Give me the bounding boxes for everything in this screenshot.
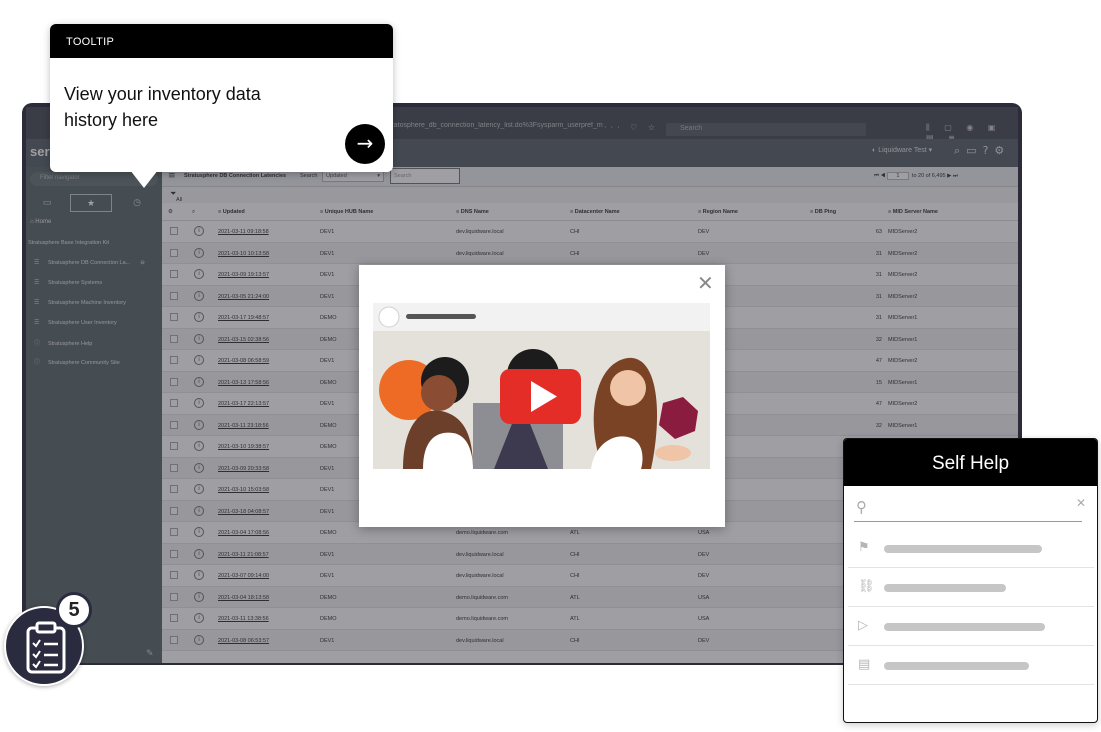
stage: stratosphere_db_connection_latency_list.… (0, 0, 1101, 732)
self-help-search-input[interactable]: ⚲ ✕ (854, 494, 1086, 522)
self-help-title: Self Help (844, 439, 1097, 486)
tooltip-body: View your inventory data history here (64, 84, 261, 130)
video-modal: ✕ (359, 265, 725, 527)
search-icon: ⚲ (856, 498, 867, 516)
self-help-item[interactable]: ⛓ (848, 568, 1094, 607)
link-icon: ⛓ (858, 579, 875, 594)
tooltip: TOOLTIP View your inventory data history… (50, 24, 393, 188)
placeholder-bar (884, 545, 1042, 553)
close-icon[interactable]: ✕ (697, 271, 714, 295)
tooltip-header: TOOLTIP (50, 24, 393, 58)
document-icon: ▤ (858, 657, 871, 672)
tooltip-pointer (130, 170, 158, 188)
self-help-panel: Self Help ⚲ ✕ ⚑ ⛓ ▷ ▤ (843, 438, 1098, 723)
checklist-count-badge: 5 (56, 592, 92, 628)
self-help-item[interactable]: ▤ (848, 646, 1094, 685)
tooltip-next-button[interactable]: → (345, 124, 385, 164)
self-help-item[interactable]: ⚑ (848, 529, 1094, 568)
close-icon[interactable]: ✕ (1076, 496, 1086, 510)
video-thumbnail (373, 303, 710, 469)
self-help-item[interactable]: ▷ (848, 607, 1094, 646)
placeholder-bar (884, 623, 1045, 631)
placeholder-bar (884, 584, 1006, 592)
arrow-right-icon: → (356, 131, 374, 155)
signpost-icon: ⚑ (858, 540, 870, 555)
play-circle-icon: ▷ (858, 618, 868, 633)
placeholder-bar (884, 662, 1029, 670)
video-player[interactable] (373, 303, 710, 469)
